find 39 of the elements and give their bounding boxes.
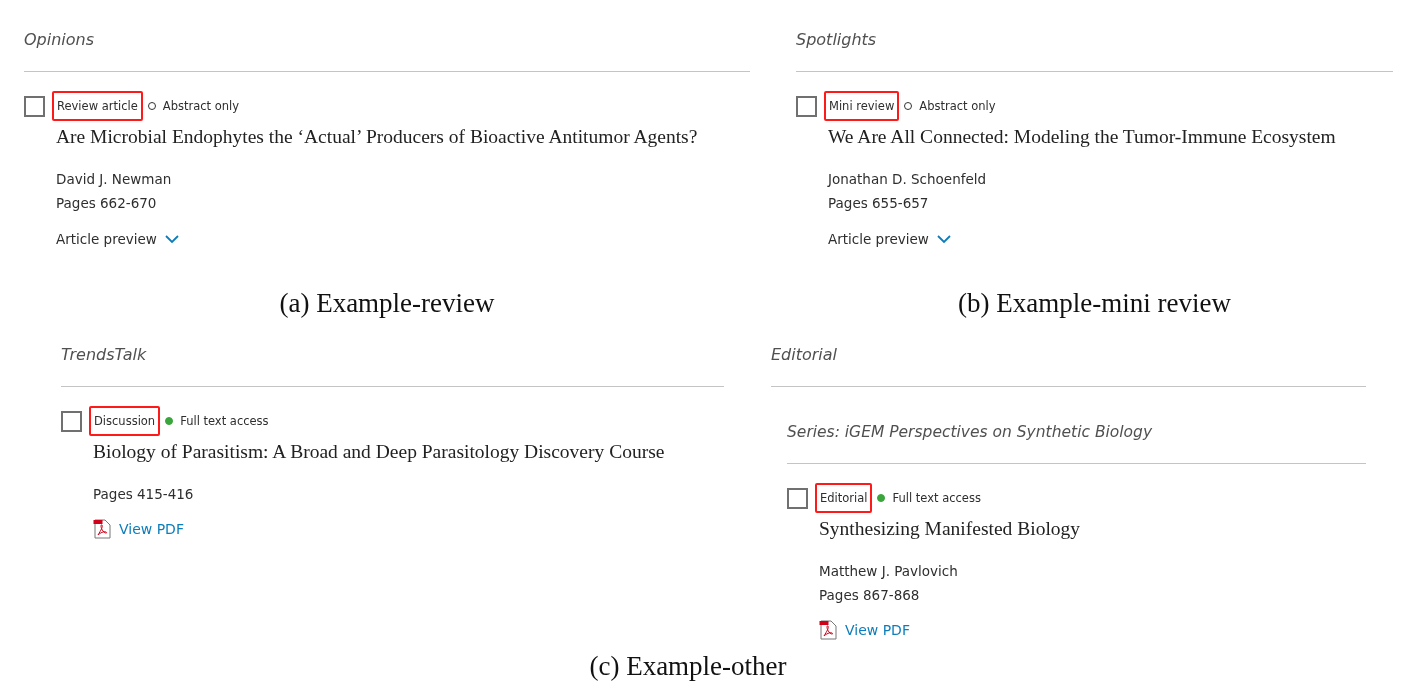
figure-caption: (b) Example-mini review xyxy=(957,287,1232,320)
article-type-label: Discussion xyxy=(89,406,161,436)
chevron-down-icon xyxy=(936,234,951,244)
article-authors: Jonathan D. Schoenfeld xyxy=(828,170,987,189)
article-preview-toggle[interactable]: Article preview xyxy=(56,229,179,249)
section-heading: TrendsTalk xyxy=(61,345,724,387)
access-label: Abstract only xyxy=(162,99,240,113)
access-label: Full text access xyxy=(180,414,269,428)
section-heading: Editorial xyxy=(771,345,1366,387)
article-preview-toggle[interactable]: Article preview xyxy=(828,229,951,249)
article-title[interactable]: Biology of Parasitism: A Broad and Deep Parasitology Discovery Course xyxy=(93,440,665,464)
article-pages: Pages 655-657 xyxy=(828,194,929,213)
access-label: Abstract only xyxy=(919,99,996,113)
article-pages: Pages 662-670 xyxy=(56,194,157,213)
pdf-file-icon xyxy=(93,519,111,539)
view-pdf-link[interactable]: View PDF xyxy=(93,518,184,540)
view-pdf-link[interactable]: View PDF xyxy=(819,619,910,641)
figure-caption: (a) Example-review xyxy=(278,287,496,320)
article-title[interactable]: Are Microbial Endophytes the ‘Actual’ Producers of Bioactive Antitumor Agents? xyxy=(56,125,698,149)
access-label: Full text access xyxy=(892,491,981,505)
section-heading: Opinions xyxy=(24,30,750,72)
select-checkbox[interactable] xyxy=(24,95,45,117)
article-authors: David J. Newman xyxy=(56,170,172,189)
article-title[interactable]: Synthesizing Manifested Biology xyxy=(819,517,1081,541)
select-checkbox[interactable] xyxy=(787,487,808,509)
chevron-down-icon xyxy=(164,234,179,244)
article-pages: Pages 867-868 xyxy=(819,586,920,605)
article-pages: Pages 415-416 xyxy=(93,485,194,504)
article-type-label: Editorial xyxy=(815,483,873,513)
article-type-label: Mini review xyxy=(824,91,900,121)
section-heading: Spotlights xyxy=(796,30,1393,72)
select-checkbox[interactable] xyxy=(61,410,82,432)
article-type-label: Review article xyxy=(52,91,143,121)
figure-caption: (c) Example-other xyxy=(588,650,788,683)
article-authors: Matthew J. Pavlovich xyxy=(819,562,958,581)
series-heading: Series: iGEM Perspectives on Synthetic Biology xyxy=(787,420,1366,464)
pdf-file-icon xyxy=(819,620,837,640)
select-checkbox[interactable] xyxy=(796,95,817,117)
article-title[interactable]: We Are All Connected: Modeling the Tumor-Immune Ecosystem xyxy=(828,125,1336,149)
